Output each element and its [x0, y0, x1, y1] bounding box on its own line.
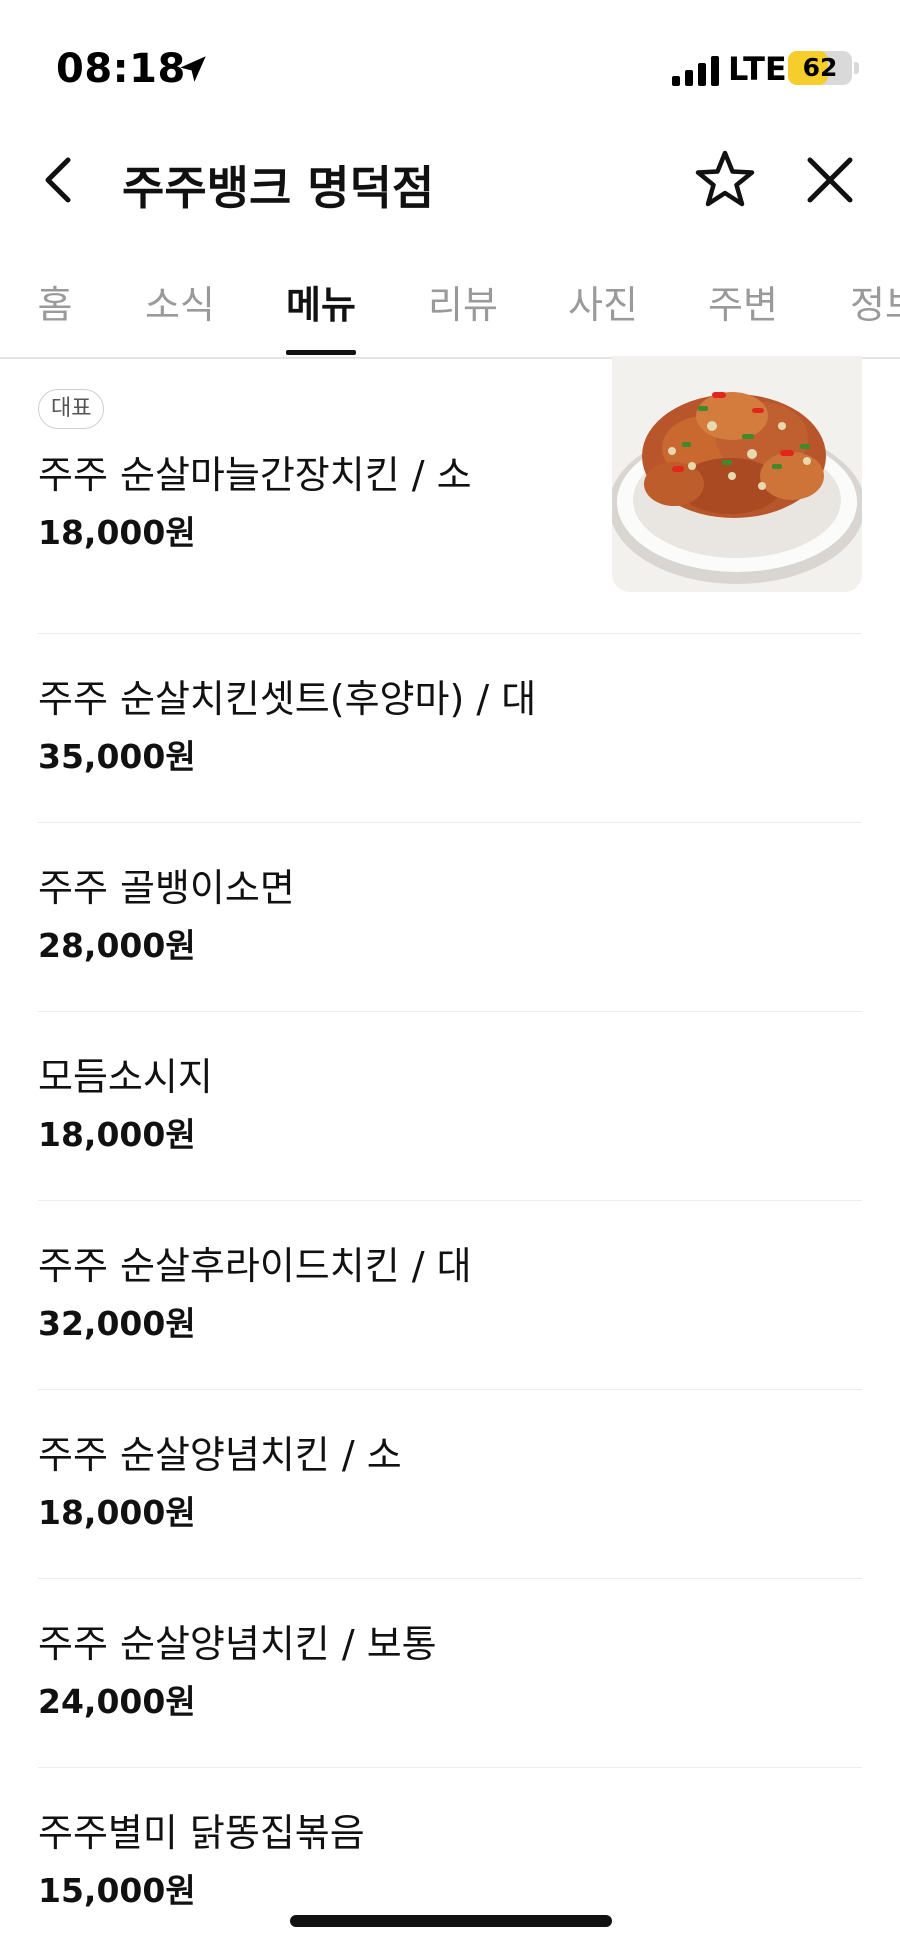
tab-home[interactable]: 홈 [0, 274, 110, 329]
menu-item-price: 15,000원 [38, 1871, 196, 1910]
menu-item-price: 28,000원 [38, 926, 196, 965]
menu-item[interactable]: 대표 주주 순살마늘간장치킨 / 소 18,000원 [38, 356, 862, 634]
battery-indicator: 62 [788, 51, 852, 85]
menu-item-price: 35,000원 [38, 737, 196, 776]
representative-badge: 대표 [38, 389, 105, 429]
network-type: LTE [728, 50, 787, 88]
menu-item-name: 주주 순살마늘간장치킨 / 소 [38, 453, 472, 497]
menu-item[interactable]: 주주별미 닭똥집볶음 15,000원 [38, 1768, 862, 1956]
tab-menu[interactable]: 메뉴 [266, 274, 376, 329]
tab-reviews[interactable]: 리뷰 [408, 274, 518, 329]
menu-item-name: 주주 골뱅이소면 [38, 866, 295, 910]
menu-item-price: 24,000원 [38, 1682, 196, 1721]
status-bar: 08:18 LTE 62 [0, 0, 900, 110]
tab-bar: 홈 소식 메뉴 리뷰 사진 주변 정보 [0, 262, 900, 359]
home-indicator [290, 1915, 612, 1927]
menu-item[interactable]: 주주 골뱅이소면 28,000원 [38, 823, 862, 1012]
menu-list: 대표 주주 순살마늘간장치킨 / 소 18,000원 주주 순살치킨셋트(후양마… [0, 356, 900, 1956]
back-arrow-icon[interactable] [30, 150, 90, 210]
battery-cap [854, 62, 859, 74]
menu-item-name: 주주 순살양념치킨 / 보통 [38, 1622, 437, 1666]
page-title: 주주뱅크 명덕점 [122, 161, 435, 215]
menu-item[interactable]: 주주 순살치킨셋트(후양마) / 대 35,000원 [38, 634, 862, 823]
menu-item-name: 주주 순살후라이드치킨 / 대 [38, 1244, 472, 1288]
active-tab-indicator [286, 350, 356, 355]
tab-info[interactable]: 정보 [830, 274, 900, 329]
menu-item-name: 모듬소시지 [38, 1055, 213, 1099]
menu-item[interactable]: 주주 순살양념치킨 / 소 18,000원 [38, 1390, 862, 1579]
menu-item[interactable]: 모듬소시지 18,000원 [38, 1012, 862, 1201]
chicken-dish-image [612, 356, 862, 592]
tab-photos[interactable]: 사진 [548, 274, 658, 329]
close-icon[interactable] [802, 152, 858, 208]
menu-item-price: 32,000원 [38, 1304, 196, 1343]
menu-item[interactable]: 주주 순살후라이드치킨 / 대 32,000원 [38, 1201, 862, 1390]
menu-item[interactable]: 주주 순살양념치킨 / 보통 24,000원 [38, 1579, 862, 1768]
menu-item-price: 18,000원 [38, 1115, 196, 1154]
cellular-signal-icon [672, 56, 719, 86]
tab-news[interactable]: 소식 [125, 274, 235, 329]
place-header: 주주뱅크 명덕점 [0, 120, 900, 240]
menu-item-photo[interactable] [612, 356, 862, 592]
menu-item-price: 18,000원 [38, 1493, 196, 1532]
menu-item-price: 18,000원 [38, 513, 196, 552]
battery-level: 62 [802, 53, 838, 82]
status-time: 08:18 [56, 46, 186, 92]
star-icon[interactable] [692, 147, 758, 213]
menu-item-name: 주주 순살치킨셋트(후양마) / 대 [38, 677, 537, 721]
tab-nearby[interactable]: 주변 [688, 274, 798, 329]
menu-item-name: 주주별미 닭똥집볶음 [38, 1811, 365, 1855]
location-arrow-icon [180, 56, 206, 82]
menu-item-name: 주주 순살양념치킨 / 소 [38, 1433, 402, 1477]
